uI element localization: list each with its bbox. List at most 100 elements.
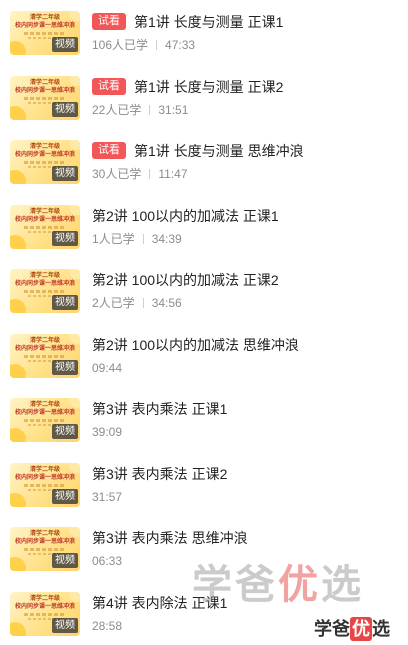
lesson-title[interactable]: 第3讲 表内乘法 正课2	[92, 465, 227, 483]
watermark-logo-highlight: 优	[350, 617, 372, 641]
video-tag: 视频	[52, 553, 78, 568]
thumbnail-title: 清学二年级	[29, 15, 60, 21]
lesson-title-text: 第2讲 100以内的加减法 正课2	[92, 272, 279, 288]
lesson-row[interactable]: 清学二年级校内同步课一思维冲浪视频 第2讲 100以内的加减法 正课2 2人已学 34…	[0, 266, 408, 330]
learner-count: 106人已学	[92, 38, 149, 52]
lesson-thumbnail[interactable]: 清学二年级 校内同步课一思维冲浪视频	[10, 204, 80, 249]
lesson-thumbnail[interactable]: 清学二年级 校内同步课一思维冲浪 视频	[10, 591, 80, 636]
lesson-duration: 06:33	[92, 554, 123, 568]
thumbnail-decoration	[10, 234, 26, 249]
thumbnail-decoration	[24, 548, 66, 551]
watermark-logo-text-2: 选	[372, 619, 390, 639]
lesson-meta: 1人已学 34:39	[92, 231, 182, 247]
lesson-duration: 31:57	[92, 489, 123, 504]
thumbnail-decoration	[24, 290, 66, 293]
video-tag: 视频	[52, 230, 78, 246]
watermark-text-2: 选	[321, 563, 364, 607]
video-tag: 视频	[52, 617, 78, 633]
lesson-meta: 39:09	[92, 424, 122, 440]
lesson-duration: 47:33	[165, 38, 196, 52]
video-tag: 视频	[52, 166, 78, 181]
lesson-title[interactable]: 第2讲 100以内的加减法 正课1	[92, 207, 279, 225]
thumbnail-decoration	[10, 492, 26, 507]
lesson-thumbnail[interactable]: 清学二年级 校内同步课一思维冲浪视频	[10, 75, 80, 120]
thumbnail-title: 清学二年级	[29, 79, 60, 86]
lesson-thumbnail[interactable]: 清学二年级 校内同步课一思维冲浪视频	[10, 333, 80, 378]
lesson-title[interactable]: 试看 第1讲 长度与测量 思维冲浪	[92, 142, 304, 160]
learner-count: 2人已学	[92, 296, 135, 310]
lesson-title-text: 第3讲 表内乘法 思维冲浪	[92, 530, 248, 546]
lesson-title[interactable]: 第2讲 100以内的加减法 思维冲浪	[92, 336, 299, 354]
thumbnail-subtitle: 校内同步课一思维冲浪	[14, 216, 75, 223]
thumbnail-title: 清学二年级	[29, 337, 60, 344]
lesson-title-text: 第1讲 长度与测量 正课1	[134, 14, 284, 30]
lesson-title[interactable]: 第3讲 表内乘法 思维冲浪	[92, 529, 248, 547]
thumbnail-title: 清学二年级	[29, 273, 60, 279]
lesson-title-text: 第2讲 100以内的加减法 思维冲浪	[92, 336, 299, 353]
thumbnail-title: 清学二年级	[29, 402, 60, 408]
thumbnail-subtitle: 校内同步课一思维冲浪	[14, 281, 75, 287]
thumbnail-decoration	[24, 32, 66, 35]
lesson-duration: 39:09	[92, 425, 123, 439]
lesson-title-text: 第1讲 长度与测量 思维冲浪	[134, 143, 304, 159]
lesson-thumbnail[interactable]: 清学二年级校内同步课一思维冲浪视频	[10, 269, 80, 313]
watermark-logo-text-1: 学爸	[314, 619, 350, 639]
thumbnail-decoration	[10, 105, 26, 120]
lesson-row[interactable]: 清学二年级 校内同步课一思维冲浪视频 第2讲 100以内的加减法 思维冲浪 09:44	[0, 331, 408, 395]
lesson-title[interactable]: 试看 第1讲 长度与测量 正课2	[92, 77, 284, 96]
video-tag: 视频	[52, 37, 78, 52]
video-tag: 视频	[52, 295, 78, 310]
lesson-row[interactable]: 清学二年级校内同步课一思维冲浪视频 第3讲 表内乘法 正课1 39:09	[0, 395, 408, 459]
thumbnail-decoration	[24, 612, 66, 616]
video-tag: 视频	[52, 359, 78, 375]
thumbnail-subtitle: 校内同步课一思维冲浪	[14, 539, 75, 545]
lesson-duration: 34:39	[151, 231, 182, 246]
watermark-logo: 学爸优选	[314, 617, 390, 641]
thumbnail-subtitle: 校内同步课一思维冲浪	[14, 603, 75, 610]
lesson-meta: 06:33	[92, 553, 122, 569]
lesson-row[interactable]: 清学二年级校内同步课一思维冲浪视频 试看 第1讲 长度与测量 正课1 106人已学 47…	[0, 8, 408, 72]
meta-divider	[149, 169, 151, 179]
lesson-thumbnail[interactable]: 清学二年级 校内同步课一思维冲浪 视频	[10, 527, 80, 571]
lesson-row[interactable]: 清学二年级 校内同步课一思维冲浪 视频 第3讲 表内乘法 正课2 31:57	[0, 460, 408, 524]
lesson-row[interactable]: 清学二年级 校内同步课一思维冲浪 视频 试看 第1讲 长度与测量 思维冲浪 30人已学 11…	[0, 137, 408, 201]
lesson-duration: 11:47	[158, 167, 188, 181]
lesson-thumbnail[interactable]: 清学二年级 校内同步课一思维冲浪 视频	[10, 462, 80, 507]
lesson-thumbnail[interactable]: 清学二年级校内同步课一思维冲浪视频	[10, 11, 80, 55]
thumbnail-decoration	[10, 428, 26, 442]
thumbnail-decoration	[24, 225, 66, 229]
lesson-meta: 09:44	[92, 360, 122, 376]
lesson-meta: 106人已学 47:33	[92, 37, 195, 53]
thumbnail-subtitle: 校内同步课一思维冲浪	[14, 23, 75, 29]
thumbnail-decoration	[24, 354, 66, 358]
lesson-meta: 22人已学 31:51	[92, 102, 188, 118]
learner-count: 1人已学	[92, 231, 135, 246]
thumbnail-subtitle: 校内同步课一思维冲浪	[14, 410, 75, 416]
lesson-row[interactable]: 清学二年级 校内同步课一思维冲浪视频 第2讲 100以内的加减法 正课1 1人已学 34…	[0, 202, 408, 266]
thumbnail-subtitle: 校内同步课一思维冲浪	[14, 345, 75, 352]
lesson-row[interactable]: 清学二年级 校内同步课一思维冲浪视频 试看 第1讲 长度与测量 正课2 22人已学 31:…	[0, 73, 408, 137]
trial-badge: 试看	[92, 77, 126, 95]
trial-badge: 试看	[92, 13, 126, 30]
watermark-text-1: 学爸	[192, 563, 278, 607]
video-tag: 视频	[52, 101, 78, 117]
thumbnail-title: 清学二年级	[29, 208, 60, 215]
lesson-thumbnail[interactable]: 清学二年级 校内同步课一思维冲浪 视频	[10, 140, 80, 184]
learner-count: 30人已学	[92, 167, 142, 181]
thumbnail-decoration	[10, 299, 26, 313]
thumbnail-decoration	[10, 41, 26, 55]
lesson-meta: 31:57	[92, 489, 122, 505]
thumbnail-decoration	[24, 161, 66, 164]
watermark-highlight: 优	[278, 563, 321, 607]
lesson-title[interactable]: 试看 第1讲 长度与测量 正课1	[92, 13, 283, 31]
video-tag: 视频	[52, 488, 78, 504]
lesson-thumbnail[interactable]: 清学二年级校内同步课一思维冲浪视频	[10, 398, 80, 442]
thumbnail-title: 清学二年级	[29, 144, 60, 150]
lesson-title-text: 第1讲 长度与测量 正课2	[134, 78, 284, 95]
video-tag: 视频	[52, 424, 78, 439]
lesson-meta: 2人已学 34:56	[92, 295, 182, 311]
thumbnail-decoration	[10, 621, 26, 636]
thumbnail-subtitle: 校内同步课一思维冲浪	[14, 87, 75, 94]
lesson-title[interactable]: 第3讲 表内乘法 正课1	[92, 400, 227, 418]
lesson-title[interactable]: 第2讲 100以内的加减法 正课2	[92, 271, 279, 289]
